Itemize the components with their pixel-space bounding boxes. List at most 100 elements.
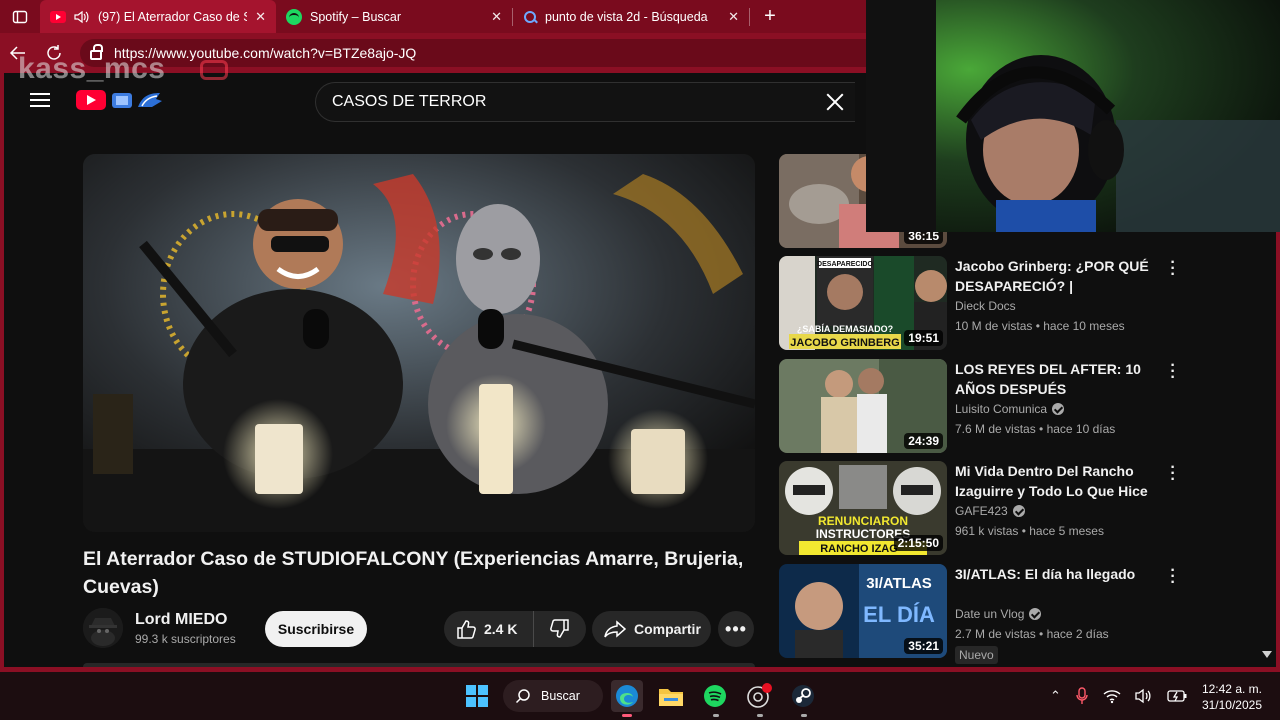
like-count: 2.4 K [484, 621, 518, 637]
close-tab-icon[interactable]: ✕ [255, 9, 266, 25]
share-button[interactable]: Compartir [592, 611, 711, 647]
new-tab-button[interactable]: + [750, 5, 790, 28]
description-box[interactable] [83, 663, 755, 667]
thumb-text-question: ¿SABÍA DEMASIADO? [797, 324, 893, 334]
taskbar-clock[interactable]: 12:42 a. m. 31/10/2025 [1196, 681, 1262, 713]
video-title[interactable]: 3I/ATLAS: El día ha llegado [955, 564, 1155, 584]
start-button[interactable] [461, 680, 493, 712]
recommendation-item[interactable]: 24:39 LOS REYES DEL AFTER: 10 AÑOS DESPU… [779, 358, 1199, 455]
like-button[interactable]: 2.4 K [444, 611, 534, 647]
thumbs-down-icon [550, 619, 569, 638]
video-meta: 961 k vistas • hace 5 meses [955, 524, 1104, 538]
more-vertical-icon[interactable]: · · · [1163, 255, 1183, 283]
microphone-icon[interactable] [1075, 687, 1089, 705]
recommendation-item[interactable]: DESAPARECIDO ¿SABÍA DEMASIADO? JACOBO GR… [779, 255, 1199, 352]
clear-search-icon[interactable] [824, 91, 846, 113]
video-thumbnail[interactable]: 3I/ATLAS EL DÍA 35:21 [779, 564, 947, 658]
share-icon [604, 620, 626, 638]
search-input[interactable]: CASOS DE TERROR [315, 82, 855, 122]
video-thumbnail[interactable]: DESAPARECIDO ¿SABÍA DEMASIADO? JACOBO GR… [779, 256, 947, 350]
wifi-icon[interactable] [1103, 688, 1121, 704]
clock-time: 12:42 a. m. [1201, 682, 1262, 696]
browser-tab-search[interactable]: punto de vista 2d - Búsqueda ✕ [513, 0, 749, 33]
taskbar-spotify[interactable] [699, 680, 731, 712]
webcam-feed [866, 0, 1280, 232]
video-title[interactable]: LOS REYES DEL AFTER: 10 AÑOS DESPUÉS [955, 359, 1155, 399]
spotify-icon [704, 685, 726, 707]
running-app-indicator [757, 714, 763, 717]
taskbar-file-explorer[interactable] [655, 680, 687, 712]
scroll-down-arrow-icon[interactable] [1262, 651, 1272, 658]
battery-charging-icon[interactable] [1167, 689, 1187, 703]
video-title: El Aterrador Caso de STUDIOFALCONY (Expe… [83, 548, 744, 598]
chat-app-icon [747, 683, 772, 708]
running-app-indicator [713, 714, 719, 717]
close-tab-icon[interactable]: ✕ [728, 9, 739, 25]
video-thumbnail[interactable]: 24:39 [779, 359, 947, 453]
windows-logo-icon [466, 685, 488, 707]
taskbar-search[interactable]: Buscar [503, 680, 603, 712]
thumb-text-name: JACOBO GRINBERG [790, 337, 899, 349]
video-meta: 7.6 M de vistas • hace 10 días [955, 422, 1116, 436]
taskbar-edge[interactable] [611, 680, 643, 712]
search-icon [515, 689, 530, 704]
chevron-up-icon[interactable]: ⌃ [1050, 688, 1061, 704]
thumb-text-desaparecido: DESAPARECIDO [817, 261, 873, 268]
volume-icon[interactable] [1135, 688, 1153, 704]
video-duration: 2:15:50 [893, 535, 943, 551]
channel-name[interactable]: Lord MIEDO [135, 611, 227, 629]
video-title[interactable]: Mi Vida Dentro Del Rancho Izaguirre y To… [955, 461, 1155, 501]
folder-icon [659, 689, 683, 706]
tab-actions-button[interactable] [0, 0, 40, 33]
channel-name[interactable]: Date un Vlog [955, 607, 1042, 621]
running-app-indicator [801, 714, 807, 717]
browser-tab-spotify[interactable]: Spotify – Buscar ✕ [276, 0, 512, 33]
youtube-doodle-icon[interactable] [110, 89, 164, 111]
more-vertical-icon[interactable]: · · · [1163, 460, 1183, 488]
speaker-icon[interactable] [74, 10, 90, 24]
subscriber-count: 99.3 k suscriptores [135, 632, 236, 646]
close-tab-icon[interactable]: ✕ [491, 9, 502, 25]
more-vertical-icon[interactable]: · · · [1163, 358, 1183, 386]
youtube-logo[interactable] [76, 90, 106, 110]
channel-avatar[interactable] [83, 608, 123, 648]
channel-avatar-image [83, 608, 123, 648]
share-label: Compartir [634, 621, 701, 637]
recommendation-item[interactable]: RENUNCIARON INSTRUCTORES RANCHO IZAG 2:1… [779, 460, 1199, 557]
channel-name[interactable]: Dieck Docs [955, 299, 1016, 313]
taskbar-search-label: Buscar [541, 689, 580, 703]
search-icon [523, 10, 537, 24]
taskbar-app-notify[interactable] [743, 680, 775, 712]
menu-icon[interactable] [30, 93, 50, 107]
dislike-button[interactable] [534, 611, 586, 647]
thumbs-up-icon [457, 620, 476, 639]
like-dislike-group: 2.4 K [444, 611, 586, 647]
channel-name-text: Luisito Comunica [955, 402, 1048, 416]
video-title[interactable]: Jacobo Grinberg: ¿POR QUÉ DESAPARECIÓ? |… [955, 256, 1155, 296]
new-badge: Nuevo [955, 646, 998, 664]
thumb-text-renunciaron: RENUNCIARON [818, 514, 908, 528]
search-input-value: CASOS DE TERROR [332, 93, 487, 110]
subscribe-button[interactable]: Suscribirse [265, 611, 367, 647]
address-bar[interactable]: https://www.youtube.com/watch?v=BTZe8ajo… [80, 39, 868, 67]
video-meta: 2.7 M de vistas • hace 2 días [955, 627, 1109, 641]
windows-taskbar: Buscar ⌃ 12:42 a. m. 31/10/2025 [0, 672, 1280, 720]
video-thumbnail[interactable]: RENUNCIARON INSTRUCTORES RANCHO IZAG 2:1… [779, 461, 947, 555]
recommendation-item[interactable]: 3I/ATLAS EL DÍA 35:21 3I/ATLAS: El día h… [779, 563, 1199, 664]
more-actions-button[interactable]: ••• [718, 611, 754, 647]
verified-icon [1052, 403, 1065, 415]
youtube-icon [50, 10, 66, 23]
channel-name[interactable]: Luisito Comunica [955, 402, 1065, 416]
edge-icon [616, 685, 638, 707]
taskbar-steam[interactable] [787, 680, 819, 712]
video-frame [83, 154, 755, 532]
channel-name[interactable]: GAFE423 [955, 504, 1025, 518]
thumb-text-rancho: RANCHO IZAG [820, 543, 898, 555]
system-tray: ⌃ [1050, 672, 1187, 720]
video-duration: 35:21 [904, 638, 943, 654]
browser-tab-youtube[interactable]: (97) El Aterrador Caso de STUDIOFALCONY … [40, 0, 276, 33]
channel-name-text: Dieck Docs [955, 299, 1016, 313]
stream-watermark: kass_mcs [18, 52, 166, 85]
more-vertical-icon[interactable]: · · · [1163, 563, 1183, 591]
video-player[interactable] [83, 154, 755, 532]
